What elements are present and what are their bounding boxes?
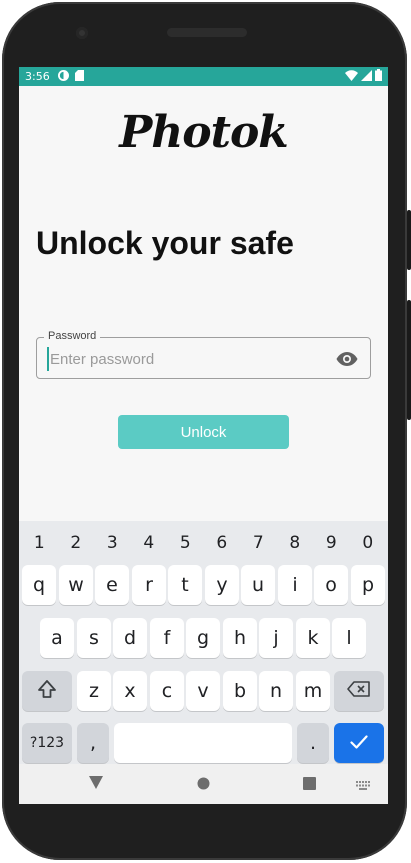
- keyboard-switch-icon[interactable]: [356, 778, 370, 796]
- key-7[interactable]: 7: [240, 529, 276, 557]
- key-0[interactable]: 0: [350, 529, 386, 557]
- key-u[interactable]: u: [241, 565, 275, 605]
- battery-icon: [375, 69, 382, 84]
- power-button: [407, 210, 411, 270]
- volume-button: [407, 300, 411, 420]
- key-n[interactable]: n: [259, 671, 293, 711]
- key-h[interactable]: h: [223, 618, 257, 658]
- recents-icon[interactable]: [303, 777, 316, 795]
- password-input[interactable]: [47, 347, 327, 371]
- key-x[interactable]: x: [113, 671, 147, 711]
- backspace-key[interactable]: [334, 671, 384, 711]
- key-l[interactable]: l: [332, 618, 366, 658]
- key-i[interactable]: i: [278, 565, 312, 605]
- unlock-button[interactable]: Unlock: [118, 415, 289, 449]
- key-v[interactable]: v: [186, 671, 220, 711]
- key-q[interactable]: q: [22, 565, 56, 605]
- symbols-key[interactable]: ?123: [22, 723, 72, 763]
- navigation-bar: [19, 764, 388, 804]
- key-9[interactable]: 9: [313, 529, 349, 557]
- space-key[interactable]: [114, 723, 292, 763]
- password-field[interactable]: Password: [36, 330, 371, 379]
- key-2[interactable]: 2: [58, 529, 94, 557]
- number-row: 1 2 3 4 5 6 7 8 9 0: [19, 529, 388, 557]
- key-3[interactable]: 3: [94, 529, 130, 557]
- period-key[interactable]: .: [297, 723, 329, 763]
- key-k[interactable]: k: [296, 618, 330, 658]
- sd-card-icon: [74, 69, 84, 84]
- password-label: Password: [44, 330, 101, 342]
- checkmark-icon: [350, 732, 368, 754]
- key-o[interactable]: o: [314, 565, 348, 605]
- key-t[interactable]: t: [168, 565, 202, 605]
- app-logo: Photok: [119, 107, 289, 158]
- soft-keyboard: 1 2 3 4 5 6 7 8 9 0 q w e r t y u i o p …: [19, 521, 388, 764]
- backspace-icon: [347, 680, 371, 702]
- shift-key[interactable]: [22, 671, 72, 711]
- front-camera: [76, 27, 88, 39]
- key-p[interactable]: p: [351, 565, 385, 605]
- key-5[interactable]: 5: [167, 529, 203, 557]
- back-icon[interactable]: [89, 776, 103, 794]
- key-4[interactable]: 4: [131, 529, 167, 557]
- key-y[interactable]: y: [205, 565, 239, 605]
- key-e[interactable]: e: [95, 565, 129, 605]
- eye-icon[interactable]: [336, 349, 358, 369]
- key-d[interactable]: d: [113, 618, 147, 658]
- enter-key[interactable]: [334, 723, 384, 763]
- page-title: Unlock your safe: [36, 225, 294, 261]
- shift-icon: [37, 679, 57, 703]
- status-icons: [345, 69, 382, 84]
- status-bar: 3:56: [19, 67, 388, 86]
- comma-key[interactable]: ,: [77, 723, 109, 763]
- screen: 3:56 Photok Unlock your safe Password Un…: [19, 67, 388, 804]
- key-f[interactable]: f: [150, 618, 184, 658]
- key-b[interactable]: b: [223, 671, 257, 711]
- key-a[interactable]: a: [40, 618, 74, 658]
- earpiece-speaker: [167, 28, 247, 37]
- key-6[interactable]: 6: [204, 529, 240, 557]
- signal-icon: [361, 69, 372, 84]
- key-s[interactable]: s: [77, 618, 111, 658]
- key-z[interactable]: z: [77, 671, 111, 711]
- key-8[interactable]: 8: [277, 529, 313, 557]
- home-icon[interactable]: [197, 777, 210, 795]
- key-c[interactable]: c: [150, 671, 184, 711]
- key-g[interactable]: g: [186, 618, 220, 658]
- status-time: 3:56: [25, 70, 50, 83]
- key-m[interactable]: m: [296, 671, 330, 711]
- data-saver-icon: [57, 69, 69, 84]
- wifi-icon: [345, 69, 358, 84]
- key-j[interactable]: j: [259, 618, 293, 658]
- key-w[interactable]: w: [59, 565, 93, 605]
- key-1[interactable]: 1: [21, 529, 57, 557]
- key-r[interactable]: r: [132, 565, 166, 605]
